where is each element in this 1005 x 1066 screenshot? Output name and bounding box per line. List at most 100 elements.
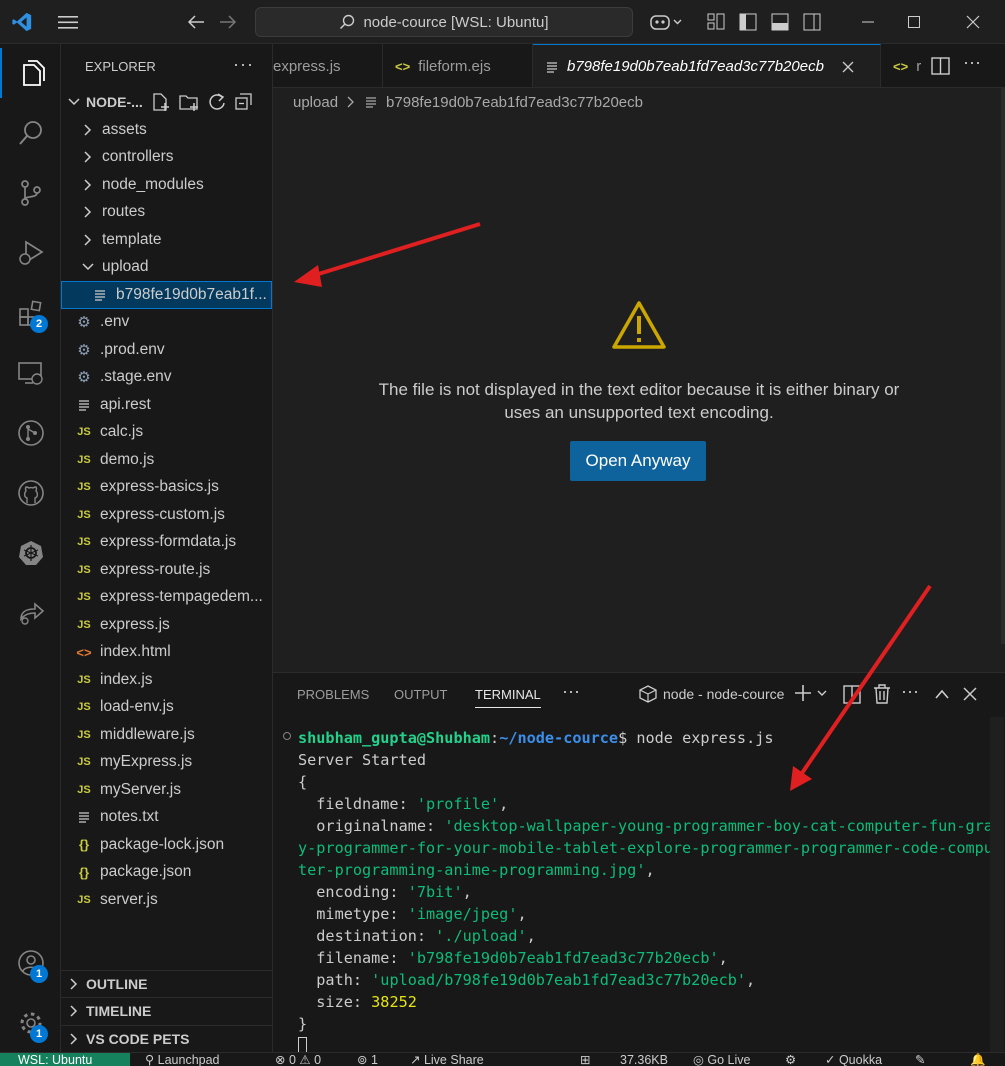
split-terminal-icon[interactable] <box>843 685 863 709</box>
close-tab-icon[interactable] <box>842 61 854 73</box>
command-center-search[interactable]: node-cource [WSL: Ubuntu] <box>255 7 633 37</box>
settings-gear-icon[interactable]: 1 <box>0 998 61 1048</box>
tab-express-js[interactable]: express.js <box>273 44 383 87</box>
tab-fileform-ejs[interactable]: <> fileform.ejs <box>383 44 533 87</box>
folder-label: routes <box>102 203 146 221</box>
new-file-icon[interactable] <box>151 92 171 112</box>
tab-terminal[interactable]: TERMINAL <box>475 687 541 708</box>
collapse-all-icon[interactable] <box>234 92 254 112</box>
folder-row[interactable]: routes <box>61 199 272 227</box>
explorer-icon[interactable] <box>0 48 61 98</box>
file-row[interactable]: api.rest <box>61 391 272 419</box>
toggle-panel-icon[interactable] <box>766 8 794 36</box>
remote-explorer-icon[interactable] <box>0 348 61 398</box>
toggle-secondary-sidebar-icon[interactable] <box>798 8 826 36</box>
kubernetes-icon[interactable] <box>0 528 61 578</box>
folder-row[interactable]: template <box>61 226 272 254</box>
editor-more-actions-icon[interactable]: ··· <box>963 52 981 73</box>
file-row[interactable]: {} package-lock.json <box>61 831 272 859</box>
forward-arrow-icon[interactable] <box>214 8 242 36</box>
bell-icon[interactable]: 🔔 <box>970 1053 986 1066</box>
breadcrumb-folder[interactable]: upload <box>293 94 338 111</box>
close-window-button[interactable] <box>950 0 996 44</box>
accounts-icon[interactable]: 1 <box>0 938 61 988</box>
file-row[interactable]: JS express-route.js <box>61 556 272 584</box>
section-outline[interactable]: OUTLINE <box>61 970 272 997</box>
file-row[interactable]: JS calc.js <box>61 419 272 447</box>
problems-count[interactable]: ⊗ 0 ⚠ 0 <box>275 1053 321 1066</box>
new-terminal-icon[interactable] <box>794 683 830 709</box>
file-row[interactable]: notes.txt <box>61 804 272 832</box>
file-row[interactable]: ⚙ .stage.env <box>61 364 272 392</box>
file-row[interactable]: ⚙ .prod.env <box>61 336 272 364</box>
file-row[interactable]: JS express-basics.js <box>61 474 272 502</box>
ports-count[interactable]: ⊚ 1 <box>357 1053 378 1066</box>
notifications-icon[interactable]: ✎ <box>915 1053 925 1066</box>
folder-row[interactable]: assets <box>61 116 272 144</box>
file-row[interactable]: JS middleware.js <box>61 721 272 749</box>
file-row[interactable]: ⚙ .env <box>61 309 272 337</box>
terminal-line: mimetype: 'image/jpeg', <box>298 905 527 923</box>
file-row[interactable]: JS demo.js <box>61 446 272 474</box>
file-row[interactable]: JS express.js <box>61 611 272 639</box>
github-icon[interactable] <box>0 468 61 518</box>
folder-upload[interactable]: upload <box>61 254 272 282</box>
tab-overflow[interactable]: <> r <box>881 44 931 87</box>
tab-uploaded-file[interactable]: b798fe19d0b7eab1fd7ead3c77b20ecb <box>533 44 881 87</box>
project-root[interactable]: NODE-... <box>61 88 272 116</box>
tab-output[interactable]: OUTPUT <box>394 687 447 702</box>
extensions-icon[interactable]: 2 <box>0 288 61 338</box>
remote-indicator[interactable]: WSL: Ubuntu <box>0 1053 130 1066</box>
file-row[interactable]: JS myExpress.js <box>61 749 272 777</box>
file-row[interactable]: JS myServer.js <box>61 776 272 804</box>
file-row[interactable]: JS server.js <box>61 886 272 914</box>
editor-scrollbar[interactable] <box>1001 88 1005 644</box>
close-panel-icon[interactable] <box>963 687 977 705</box>
split-editor-icon[interactable] <box>931 56 951 80</box>
extension-status-icon[interactable]: ⚙ <box>785 1053 796 1066</box>
new-folder-icon[interactable] <box>178 92 200 112</box>
panel-more-icon[interactable]: ··· <box>562 681 580 702</box>
kill-terminal-icon[interactable] <box>873 684 891 708</box>
toggle-primary-sidebar-icon[interactable] <box>734 8 762 36</box>
terminal-scrollbar[interactable] <box>990 717 1004 1053</box>
run-debug-icon[interactable] <box>0 228 61 278</box>
file-row[interactable]: JS express-formdata.js <box>61 529 272 557</box>
maximize-button[interactable] <box>891 0 937 44</box>
file-row[interactable]: {} package.json <box>61 859 272 887</box>
maximize-panel-icon[interactable] <box>934 687 950 704</box>
git-graph-icon[interactable] <box>0 408 61 458</box>
launchpad-item[interactable]: ⚲ Launchpad <box>145 1053 220 1066</box>
terminal-more-icon[interactable]: ··· <box>901 681 919 702</box>
copilot-status-icon[interactable]: ⊞ <box>580 1053 590 1066</box>
folder-row[interactable]: node_modules <box>61 171 272 199</box>
section-timeline[interactable]: TIMELINE <box>61 997 272 1024</box>
javascript-file-icon: JS <box>77 673 91 686</box>
file-row[interactable]: JS express-custom.js <box>61 501 272 529</box>
tab-problems[interactable]: PROBLEMS <box>297 687 369 702</box>
refresh-icon[interactable] <box>207 92 227 112</box>
terminal-selector[interactable]: node - node-cource <box>639 685 784 703</box>
go-live-button[interactable]: ◎ Go Live <box>693 1053 750 1066</box>
live-share-status[interactable]: ↗ Live Share <box>410 1053 484 1066</box>
customize-layout-icon[interactable] <box>702 8 730 36</box>
live-share-icon[interactable] <box>0 588 61 638</box>
terminal-output[interactable]: shubham_gupta@Shubham:~/node-cource$ nod… <box>298 727 993 1057</box>
back-arrow-icon[interactable] <box>182 8 210 36</box>
file-row[interactable]: JS index.js <box>61 666 272 694</box>
search-icon[interactable] <box>0 108 61 158</box>
copilot-icon[interactable] <box>645 8 687 36</box>
more-actions-icon[interactable]: ··· <box>233 54 254 75</box>
file-row[interactable]: JS express-tempagedem... <box>61 584 272 612</box>
open-anyway-button[interactable]: Open Anyway <box>570 441 706 481</box>
file-row[interactable]: <> index.html <box>61 639 272 667</box>
folder-row[interactable]: controllers <box>61 144 272 172</box>
breadcrumb-file[interactable]: b798fe19d0b7eab1fd7ead3c77b20ecb <box>386 94 643 111</box>
file-row[interactable]: JS load-env.js <box>61 694 272 722</box>
section-vscode-pets[interactable]: VS CODE PETS <box>61 1025 272 1052</box>
selected-file-row[interactable]: b798fe19d0b7eab1f... <box>61 281 272 309</box>
quokka-status[interactable]: ✓ Quokka <box>825 1053 882 1066</box>
source-control-icon[interactable] <box>0 168 61 218</box>
menu-icon[interactable] <box>54 8 82 36</box>
minimize-button[interactable] <box>845 0 891 44</box>
